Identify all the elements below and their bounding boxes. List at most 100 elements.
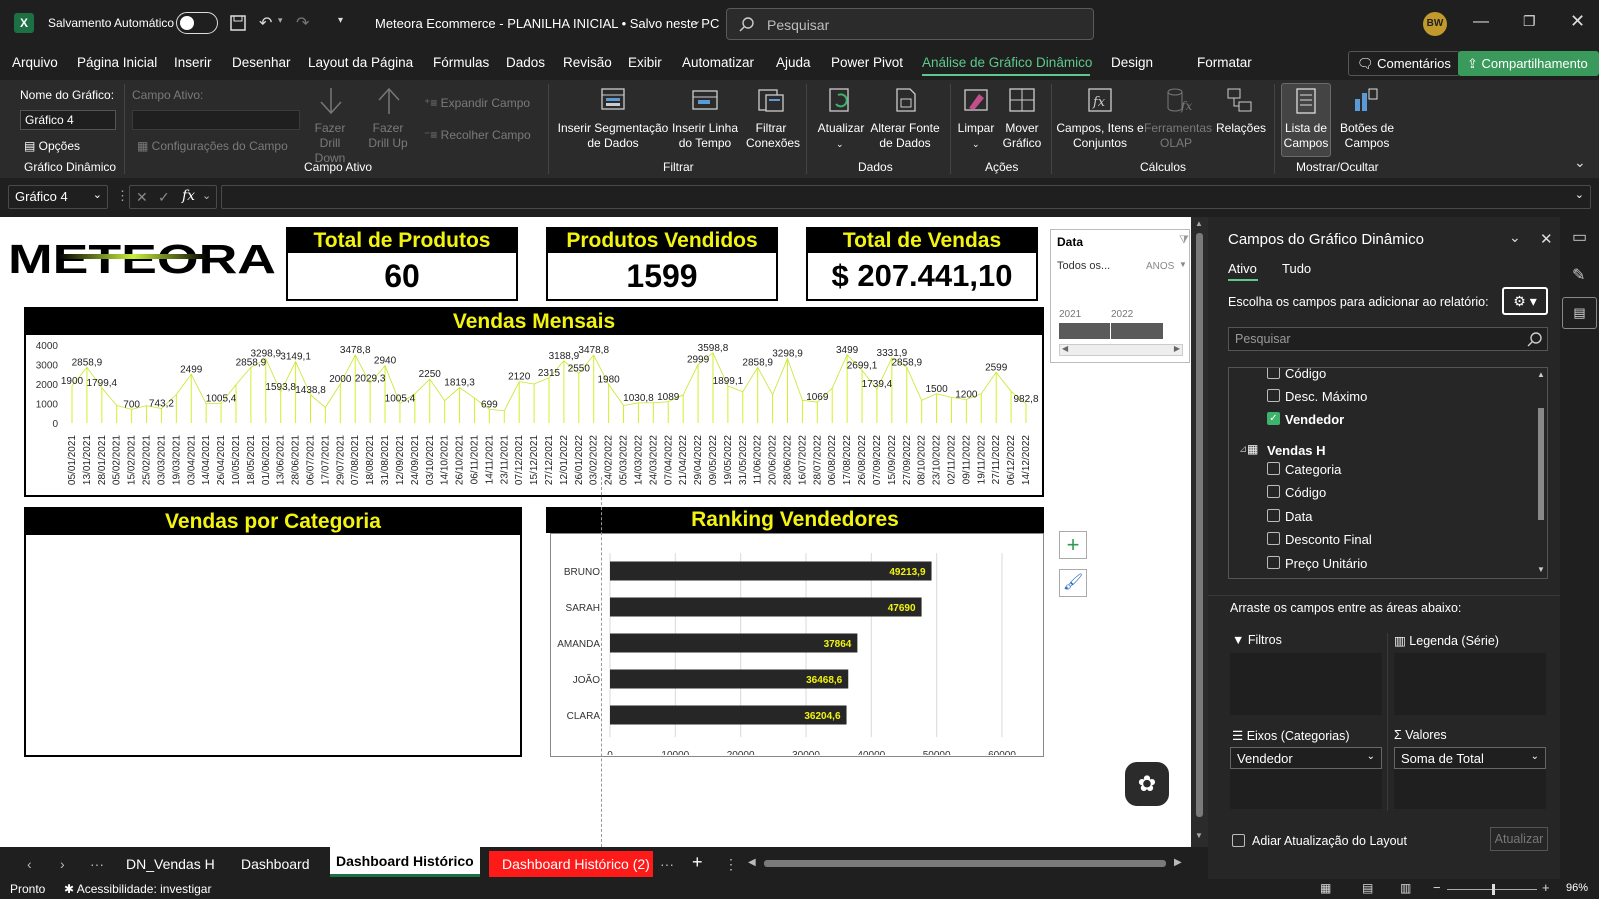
accessibility-status[interactable]: ✱ Acessibilidade: investigar [64,882,211,896]
change-source-button[interactable]: Alterar Fonte de Dados [866,121,944,151]
tab-tudo[interactable]: Tudo [1282,261,1311,276]
format-brush-icon[interactable]: ✎ [1572,265,1585,285]
tab-dados[interactable]: Dados [506,55,545,70]
tab-pagina-inicial[interactable]: Página Inicial [77,55,157,70]
field-checkbox[interactable] [1267,485,1280,498]
tab-formatar[interactable]: Formatar [1197,55,1252,70]
vendas-mensais-chart[interactable]: Vendas Mensais 4000 3000 2000 1000 0 05/01/20… [24,307,1044,497]
move-chart-button[interactable]: Mover Gráfico [1000,121,1044,151]
relations-button[interactable]: Relações [1213,121,1269,136]
chevron-down-icon[interactable]: ⌄ [692,14,701,27]
vendas-categoria-chart[interactable]: Vendas por Categoria [24,507,522,757]
tab-ajuda[interactable]: Ajuda [776,55,811,70]
options-button[interactable]: ▤ Opções [24,139,80,154]
collapse-ribbon-icon[interactable]: ⌄ [1574,155,1586,170]
restore-icon[interactable]: ❐ [1523,13,1536,30]
copilot-icon[interactable]: ✿ [1125,762,1169,806]
fields-items-button[interactable]: Campos, Itens e Conjuntos [1055,121,1145,151]
normal-view-icon[interactable]: ▦ [1320,881,1331,895]
avatar[interactable]: BW [1423,12,1447,36]
horizontal-scrollbar[interactable] [764,860,1166,867]
chart-selection-frame[interactable] [550,533,1044,757]
field-checkbox[interactable] [1267,462,1280,475]
pane-search-input[interactable]: Pesquisar [1228,327,1548,351]
document-title[interactable]: Meteora Ecommerce - PLANILHA INICIAL • S… [375,16,719,31]
name-box[interactable]: Gráfico 4 ⌄ [8,185,108,209]
tab-formulas[interactable]: Fórmulas [433,55,489,70]
pane-settings-gear-icon[interactable]: ⚙ ▾ [1502,287,1548,315]
layout-icon[interactable]: ▭ [1572,227,1587,247]
close-pane-icon[interactable]: ✕ [1540,230,1553,248]
update-button[interactable]: Atualizar [1490,827,1548,851]
share-button[interactable]: ⇪ Compartilhamento [1458,51,1599,76]
tab-design[interactable]: Design [1111,55,1153,70]
tab-automatizar[interactable]: Automatizar [682,55,754,70]
sheet-tab-dashboard[interactable]: Dashboard [241,856,310,872]
customize-qat-icon[interactable]: ▾ [338,15,343,26]
insert-function-icon[interactable]: fx [182,188,195,204]
timeline-slicer[interactable]: Data ⧩ Todos os... ANOS ▼ 2021 2022 ◀ ▶ [1050,229,1190,363]
timeline-bar[interactable] [1059,323,1163,339]
scrollbar-thumb[interactable] [1538,408,1544,520]
zoom-slider[interactable] [1447,884,1537,895]
zoom-in-icon[interactable]: + [1542,880,1550,895]
tab-desenhar[interactable]: Desenhar [232,55,291,70]
defer-update-checkbox[interactable] [1232,834,1245,847]
page-layout-icon[interactable]: ▤ [1362,881,1373,895]
scroll-left-icon[interactable]: ◀ [748,857,756,868]
active-field-input[interactable] [132,110,300,130]
timeline-scrollbar[interactable]: ◀ ▶ [1059,344,1183,356]
chart-name-input[interactable]: Gráfico 4 [20,110,116,130]
tab-arquivo[interactable]: Arquivo [12,55,58,70]
refresh-button[interactable]: Atualizar [815,121,867,136]
redo-icon[interactable]: ↷ [296,13,309,33]
worksheet[interactable]: METEORA Total de Produtos 60 Produtos Ve… [0,217,1208,847]
field-buttons-button[interactable]: Botões de Campos [1336,121,1398,151]
field-checkbox[interactable] [1267,509,1280,522]
search-box[interactable]: Pesquisar [726,8,1094,40]
insert-slicer-button[interactable]: Inserir Segmentação de Dados [556,121,670,151]
insert-timeline-button[interactable]: Inserir Linha do Tempo [668,121,742,151]
field-list-toggle-icon[interactable]: ▤ [1562,297,1597,329]
undo-dropdown-icon[interactable]: ▾ [278,15,283,26]
page-break-view-icon[interactable]: ▥ [1400,881,1411,895]
field-checkbox[interactable] [1267,556,1280,569]
tab-inserir[interactable]: Inserir [174,55,212,70]
cancel-icon[interactable]: ✕ [136,189,148,206]
legend-drop-zone[interactable] [1394,653,1546,715]
more-icon[interactable]: ··· [660,856,674,872]
clear-filter-icon[interactable]: ⧩ [1179,234,1189,247]
sheet-tab-dn-vendas[interactable]: DN_Vendas H [126,856,215,872]
more-options-icon[interactable]: ⋮ [724,856,738,873]
prev-sheet-icon[interactable]: ‹ [27,856,32,872]
autosave-toggle[interactable] [176,12,218,34]
sheet-tab-active[interactable]: Dashboard Histórico [330,847,480,877]
sheet-tab-dashboard-historico-2[interactable]: Dashboard Histórico (2) [489,851,653,877]
tab-revisao[interactable]: Revisão [563,55,612,70]
clear-dropdown-icon[interactable]: ⌄ [972,137,980,152]
field-checkbox[interactable] [1267,532,1280,545]
drill-up-button[interactable]: Fazer Drill Up [363,121,413,151]
scrollbar-thumb[interactable] [1196,233,1203,817]
tab-exibir[interactable]: Exibir [628,55,662,70]
field-settings-button[interactable]: ▦ Configurações do Campo [137,139,288,154]
formula-input[interactable]: ⌄ [221,185,1591,209]
tab-power-pivot[interactable]: Power Pivot [831,55,903,70]
filters-drop-zone[interactable] [1230,653,1382,715]
zoom-level[interactable]: 96% [1566,882,1588,894]
scroll-right-icon[interactable]: ▶ [1174,857,1182,868]
clear-button[interactable]: Limpar [955,121,997,136]
timeline-unit-dropdown[interactable]: ANOS [1146,261,1174,272]
values-field-dropdown[interactable]: Soma de Total ⌄ [1394,747,1546,769]
field-checkbox[interactable] [1267,368,1280,379]
tab-layout-pagina[interactable]: Layout da Página [308,55,413,70]
vertical-scrollbar[interactable]: ▲ ▼ [1191,217,1208,847]
next-sheet-icon[interactable]: › [60,856,65,872]
olap-button[interactable]: Ferramentas OLAP [1144,121,1212,151]
save-icon[interactable] [229,14,247,32]
field-checkbox-checked[interactable]: ✓ [1267,412,1280,425]
zoom-out-icon[interactable]: − [1433,880,1441,895]
add-sheet-icon[interactable]: + [692,852,703,873]
close-window-icon[interactable]: ✕ [1570,11,1585,32]
tab-ativo[interactable]: Ativo [1228,261,1257,276]
